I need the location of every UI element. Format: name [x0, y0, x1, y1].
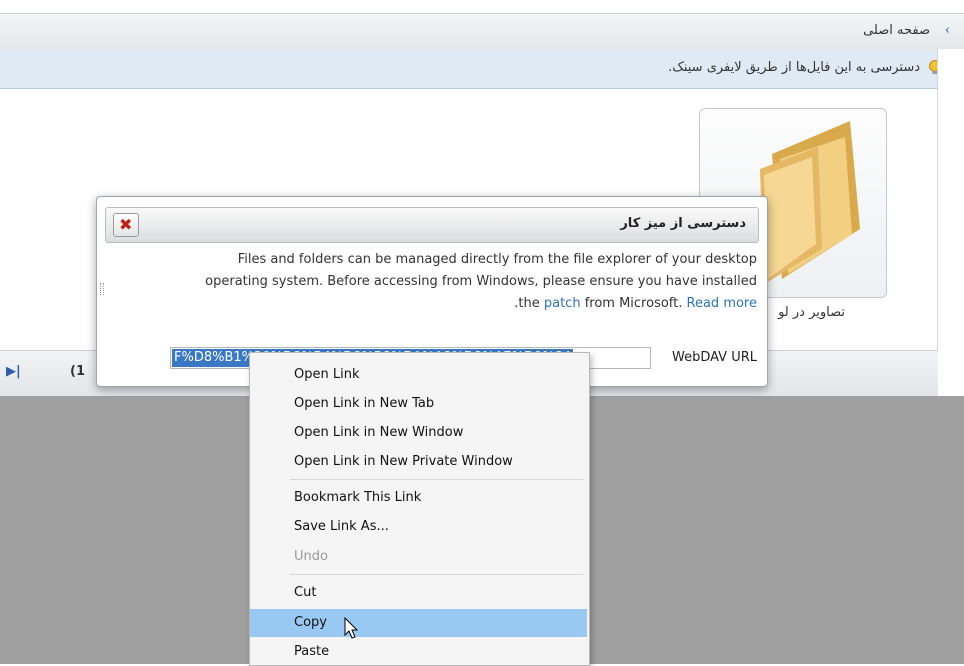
dialog-body-line: .the patch from Microsoft. Read more — [514, 296, 757, 311]
info-bar: دسترسی به این فایل‌ها از طریق لایفری سین… — [0, 50, 964, 89]
menu-item-open-link[interactable]: Open Link — [250, 361, 587, 389]
menu-item-cut[interactable]: Cut — [250, 579, 587, 607]
url-label: WebDAV URL — [671, 350, 757, 365]
last-page-icon[interactable]: ▶| — [6, 364, 21, 379]
breadcrumb-home-link[interactable]: صفحه اصلی — [863, 23, 930, 38]
info-text: دسترسی به این فایل‌ها از طریق لایفری سین… — [668, 60, 920, 75]
page: صفحه اصلی ‹ دسترسی به این فایل‌ها از طری… — [0, 0, 964, 666]
patch-link[interactable]: patch — [544, 296, 581, 311]
dialog-body-line: Files and folders can be managed directl… — [237, 252, 757, 267]
menu-item-copy[interactable]: Copy — [250, 609, 587, 637]
menu-item-open-link-new-tab[interactable]: Open Link in New Tab — [250, 390, 587, 418]
menu-item-bookmark-link[interactable]: Bookmark This Link — [250, 484, 587, 512]
menu-item-open-link-new-window[interactable]: Open Link in New Window — [250, 419, 587, 447]
dialog-header: ✖ دسترسی از میز کار — [105, 207, 759, 243]
close-icon: ✖ — [119, 215, 133, 234]
menu-item-paste[interactable]: Paste — [250, 638, 587, 666]
right-sidebar-strip — [937, 49, 964, 395]
menu-separator — [290, 479, 583, 480]
mouse-cursor-icon — [344, 617, 359, 639]
close-button[interactable]: ✖ — [113, 213, 139, 237]
menu-item-open-link-private-window[interactable]: Open Link in New Private Window — [250, 448, 587, 476]
menu-item-undo: Undo — [294, 549, 328, 564]
dialog-body-line: operating system. Before accessing from … — [205, 274, 757, 289]
context-menu: Open Link Open Link in New Tab Open Link… — [249, 352, 590, 666]
menu-separator — [290, 574, 583, 575]
dialog-body: Files and folders can be managed directl… — [117, 249, 757, 315]
dialog-title: دسترسی از میز کار — [620, 216, 746, 231]
breadcrumb: صفحه اصلی ‹ — [0, 13, 964, 51]
pager-info: (1 — [70, 364, 85, 379]
menu-item-save-link-as[interactable]: Save Link As... — [250, 513, 587, 541]
read-more-link[interactable]: Read more — [687, 296, 757, 311]
chevron-left-icon[interactable]: ‹ — [945, 23, 950, 38]
resize-grip[interactable] — [100, 283, 104, 295]
